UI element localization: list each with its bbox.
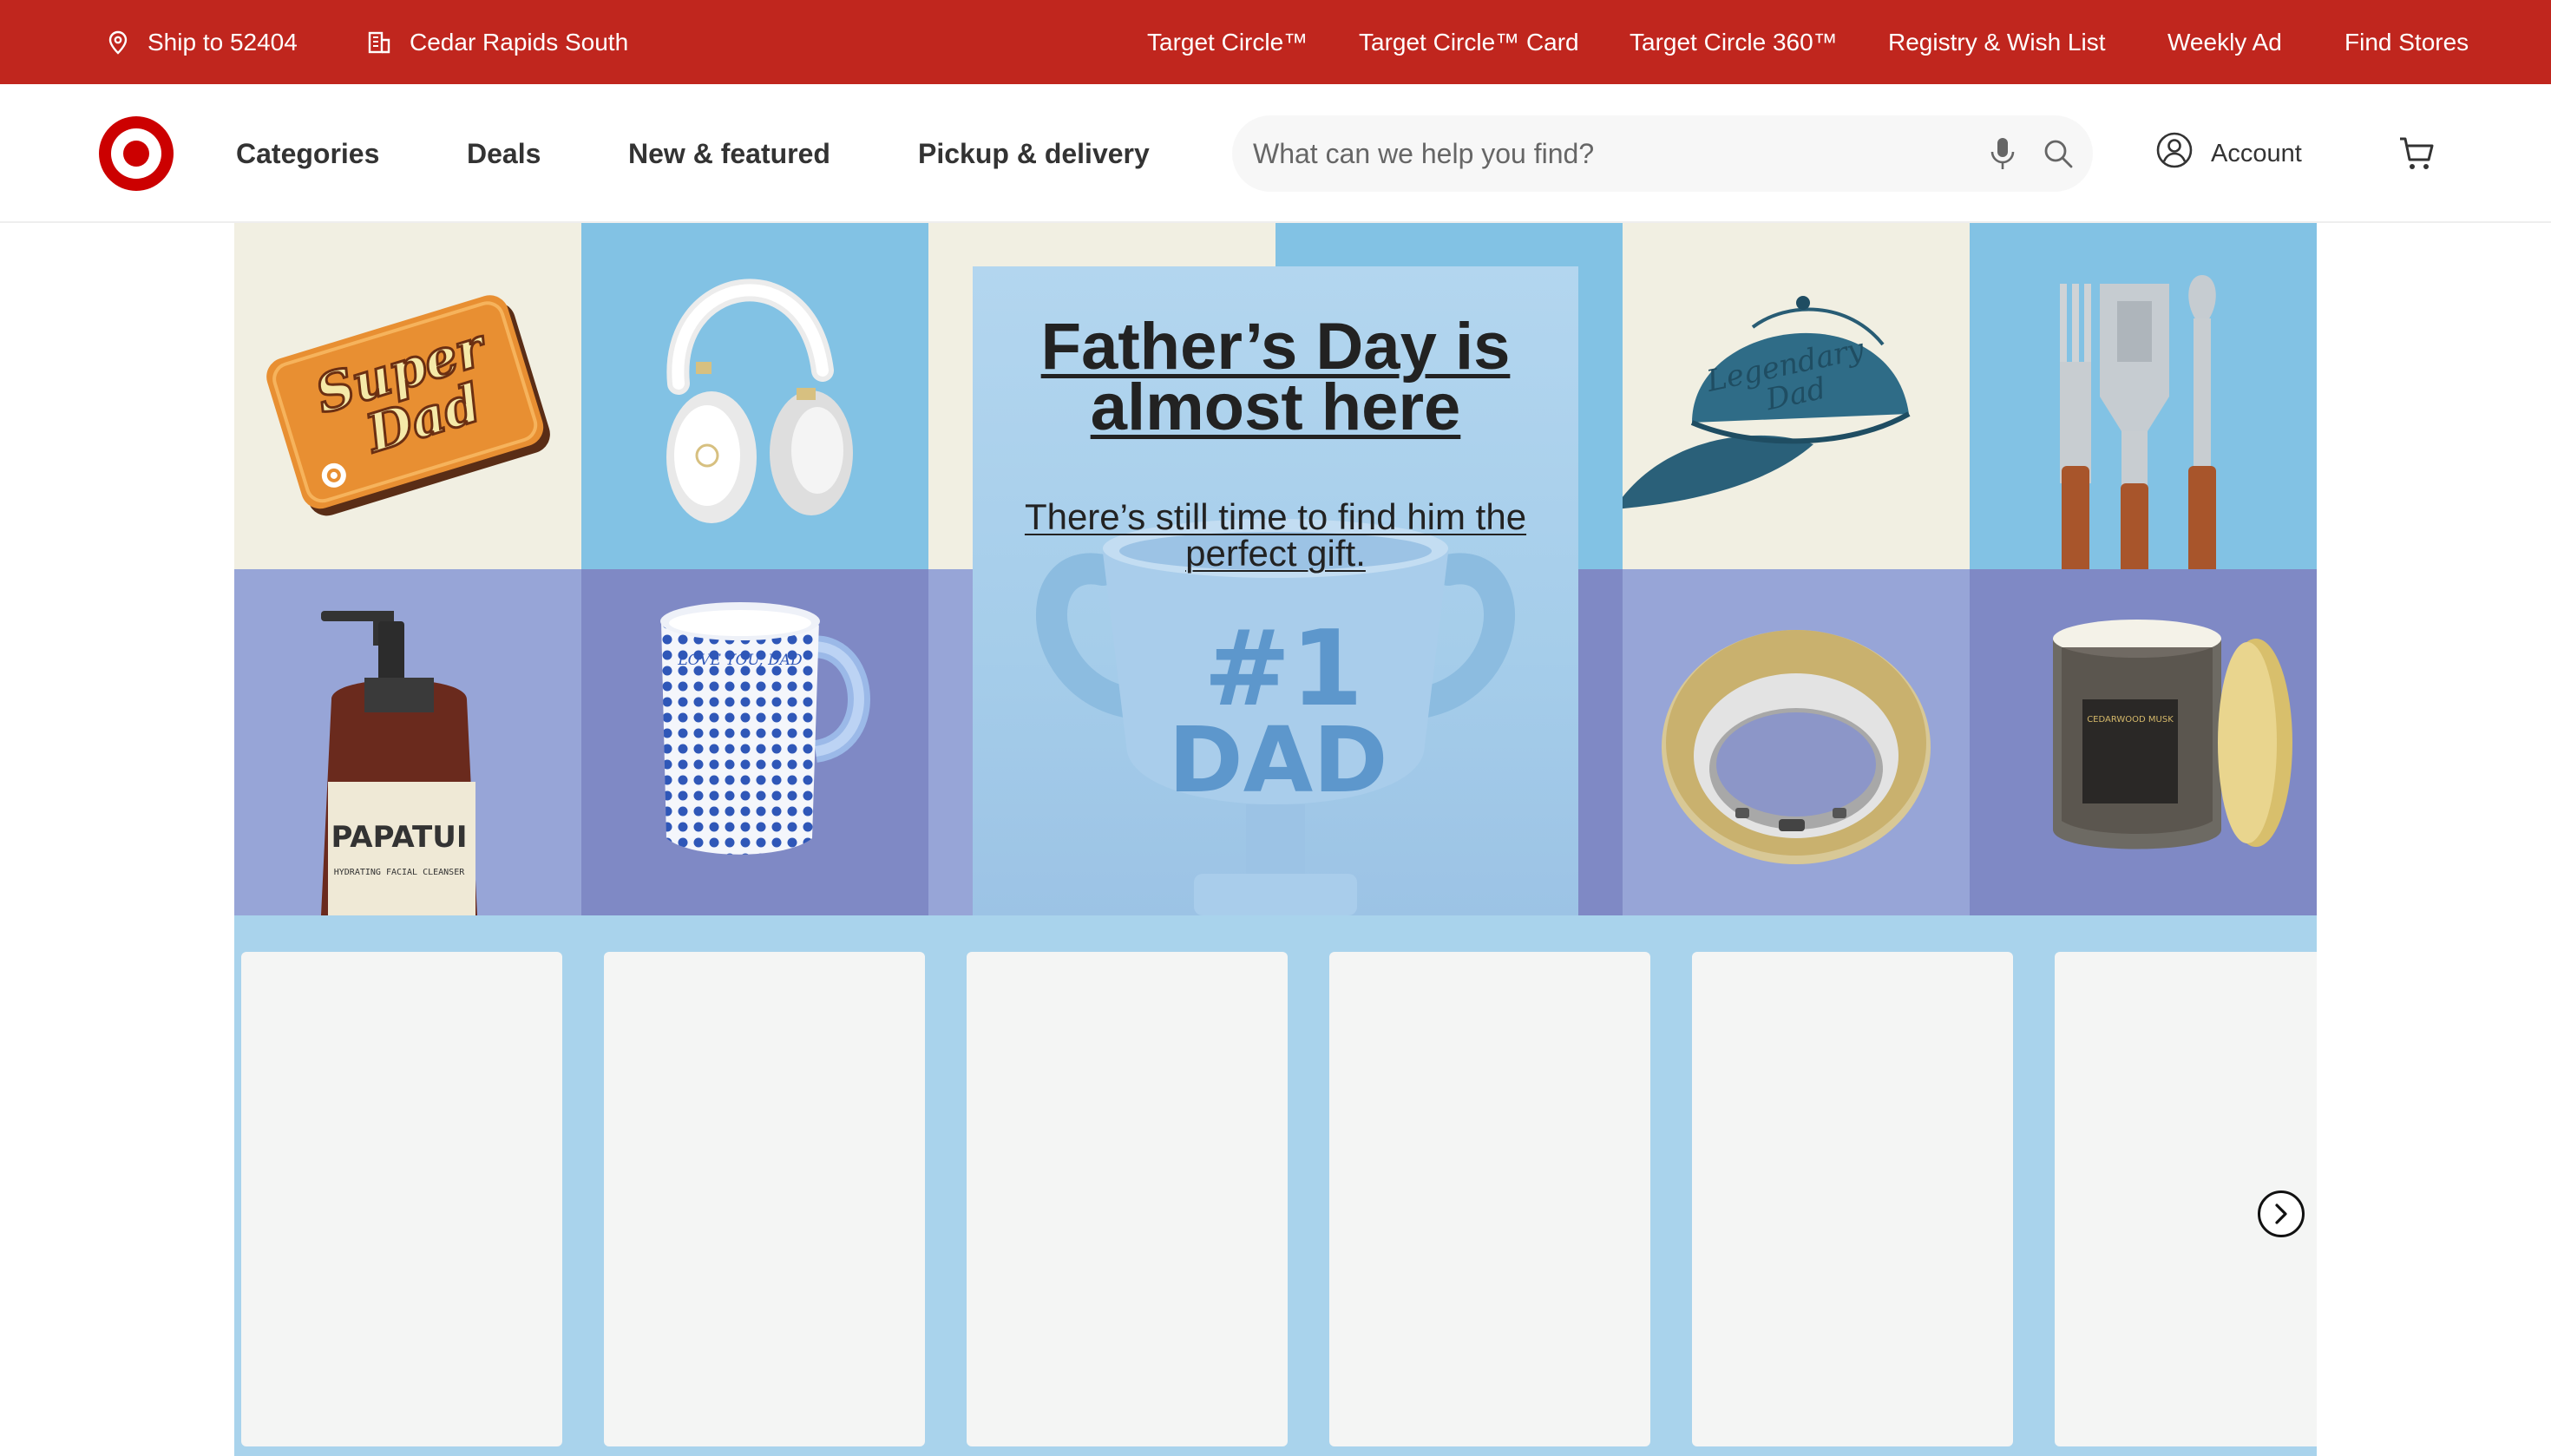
registry-link[interactable]: Registry & Wish List bbox=[1888, 0, 2106, 84]
account-label: Account bbox=[2211, 139, 2302, 167]
hero-headline[interactable]: Father’s Day is almost here bbox=[973, 314, 1578, 441]
tile-grill-tools[interactable] bbox=[1970, 223, 2317, 569]
trophy-text-2: DAD bbox=[1168, 707, 1387, 813]
location-pin-icon bbox=[108, 30, 128, 55]
nav-pickup-delivery[interactable]: Pickup & delivery bbox=[918, 84, 1150, 223]
cleanser-bottle-image: PAPATUI HYDRATING FACIAL CLEANSER bbox=[321, 611, 477, 915]
account-button[interactable]: Account bbox=[2155, 84, 2302, 223]
product-card[interactable] bbox=[241, 952, 562, 1446]
store-icon bbox=[368, 31, 390, 54]
target-circle-360-label: Target Circle 360™ bbox=[1630, 28, 1838, 56]
registry-label: Registry & Wish List bbox=[1888, 28, 2106, 56]
ship-to-label: Ship to 52404 bbox=[148, 28, 298, 56]
grill-tools-image bbox=[2060, 275, 2216, 569]
utility-bar: Ship to 52404 Cedar Rapids South Target … bbox=[0, 0, 2551, 84]
product-carousel bbox=[234, 915, 2317, 1456]
target-circle-card-label: Target Circle™ Card bbox=[1359, 28, 1579, 56]
fathers-day-hero[interactable]: Super Dad Legendary Dad PAPATUI HYDRATIN… bbox=[234, 223, 2317, 915]
weekly-ad-link[interactable]: Weekly Ad bbox=[2167, 0, 2282, 84]
search-input[interactable] bbox=[1253, 115, 1947, 192]
nav-pickup-delivery-label: Pickup & delivery bbox=[918, 137, 1150, 169]
cap-image: Legendary Dad bbox=[1623, 296, 1911, 509]
target-circle-link[interactable]: Target Circle™ bbox=[1147, 0, 1308, 84]
target-logo[interactable] bbox=[99, 116, 174, 191]
target-circle-360-link[interactable]: Target Circle 360™ bbox=[1630, 0, 1838, 84]
tile-candle[interactable]: CEDARWOOD MUSK bbox=[1970, 569, 2317, 915]
mug-image: LOVE YOU, DAD bbox=[660, 602, 870, 855]
tile-mug[interactable]: LOVE YOU, DAD bbox=[581, 569, 928, 915]
product-card[interactable] bbox=[967, 952, 1288, 1446]
nav-categories[interactable]: Categories bbox=[236, 84, 379, 223]
tile-gift-card[interactable]: Super Dad bbox=[234, 223, 581, 569]
search-icon[interactable] bbox=[2039, 134, 2077, 173]
mug-text: LOVE YOU, DAD bbox=[677, 652, 803, 669]
candle-label-text: CEDARWOOD MUSK bbox=[2087, 715, 2174, 725]
chevron-right-icon bbox=[2275, 1203, 2287, 1224]
account-icon bbox=[2155, 131, 2194, 176]
nav-new-featured[interactable]: New & featured bbox=[628, 84, 830, 223]
ship-to-link[interactable]: Ship to 52404 bbox=[108, 0, 298, 84]
gift-card-image: Super Dad bbox=[266, 295, 550, 516]
smart-ring-image bbox=[1662, 630, 1931, 864]
cleanser-brand-text: PAPATUI bbox=[331, 820, 467, 855]
tile-cap[interactable]: Legendary Dad bbox=[1623, 223, 1970, 569]
find-stores-label: Find Stores bbox=[2344, 28, 2469, 56]
store-link[interactable]: Cedar Rapids South bbox=[368, 0, 628, 84]
tile-smart-ring[interactable] bbox=[1623, 569, 1970, 915]
find-stores-link[interactable]: Find Stores bbox=[2344, 0, 2469, 84]
candle-image: CEDARWOOD MUSK bbox=[2053, 620, 2292, 849]
nav-categories-label: Categories bbox=[236, 137, 380, 169]
target-circle-card-link[interactable]: Target Circle™ Card bbox=[1359, 0, 1579, 84]
tile-headphones[interactable] bbox=[581, 223, 928, 569]
nav-deals[interactable]: Deals bbox=[467, 84, 541, 223]
product-card[interactable] bbox=[1329, 952, 1650, 1446]
cleanser-sub-text: HYDRATING FACIAL CLEANSER bbox=[334, 868, 465, 877]
main-header: Categories Deals New & featured Pickup &… bbox=[0, 84, 2551, 223]
product-card[interactable] bbox=[1692, 952, 2013, 1446]
promo-panel[interactable]: #1 DAD Father’s Day is almost here There… bbox=[973, 266, 1578, 915]
cart-icon[interactable] bbox=[2397, 134, 2436, 174]
nav-deals-label: Deals bbox=[467, 137, 541, 169]
nav-new-featured-label: New & featured bbox=[628, 137, 830, 169]
tile-cleanser[interactable]: PAPATUI HYDRATING FACIAL CLEANSER bbox=[234, 569, 581, 915]
product-card[interactable] bbox=[604, 952, 925, 1446]
weekly-ad-label: Weekly Ad bbox=[2167, 28, 2282, 56]
store-label: Cedar Rapids South bbox=[410, 28, 629, 56]
target-circle-label: Target Circle™ bbox=[1147, 28, 1308, 56]
headphones-image bbox=[666, 279, 853, 523]
search-bar bbox=[1232, 115, 2093, 192]
hero-subline[interactable]: There’s still time to find him the perfe… bbox=[973, 499, 1578, 572]
carousel-next-button[interactable] bbox=[2258, 1190, 2305, 1237]
microphone-icon[interactable] bbox=[1984, 134, 2022, 173]
